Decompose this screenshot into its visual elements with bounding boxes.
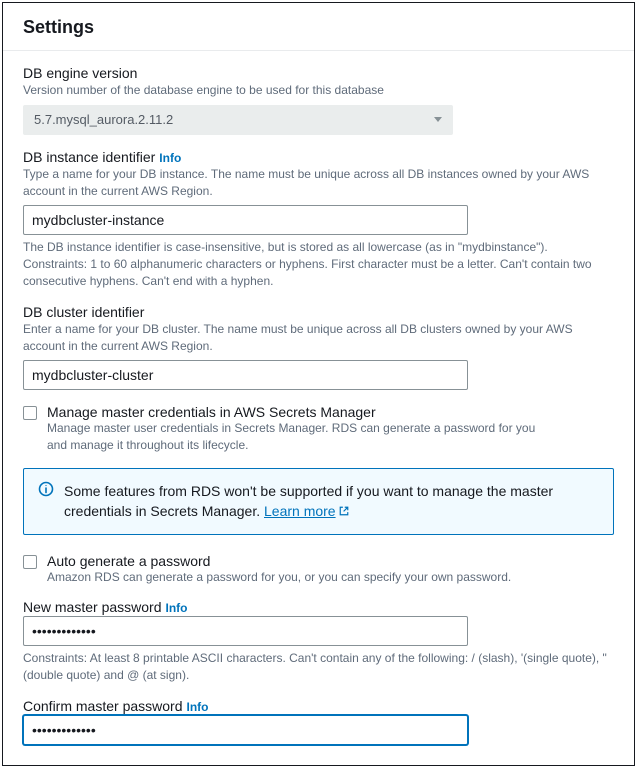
cluster-id-input[interactable] bbox=[23, 360, 468, 390]
cluster-id-hint: Enter a name for your DB cluster. The na… bbox=[23, 321, 614, 355]
engine-version-hint: Version number of the database engine to… bbox=[23, 82, 614, 99]
cluster-id-label: DB cluster identifier bbox=[23, 304, 614, 320]
autogen-password-label: Auto generate a password bbox=[47, 553, 614, 569]
confirm-password-label: Confirm master passwordInfo bbox=[23, 698, 614, 714]
cluster-id-field: DB cluster identifier Enter a name for y… bbox=[23, 304, 614, 391]
panel-header: Settings bbox=[3, 3, 634, 51]
instance-id-hint: Type a name for your DB instance. The na… bbox=[23, 166, 614, 200]
settings-panel: Settings DB engine version Version numbe… bbox=[2, 2, 635, 766]
instance-id-input[interactable] bbox=[23, 205, 468, 235]
chevron-down-icon bbox=[434, 117, 442, 122]
confirm-password-info-link[interactable]: Info bbox=[187, 700, 209, 714]
info-icon bbox=[38, 481, 54, 497]
learn-more-link[interactable]: Learn more bbox=[264, 503, 350, 519]
instance-id-info-link[interactable]: Info bbox=[159, 151, 181, 165]
info-alert-text: Some features from RDS won't be supporte… bbox=[64, 481, 599, 522]
secrets-manager-option: Manage master credentials in AWS Secrets… bbox=[23, 404, 614, 454]
engine-version-field: DB engine version Version number of the … bbox=[23, 65, 614, 135]
autogen-password-checkbox[interactable] bbox=[23, 555, 37, 569]
instance-id-constraints: The DB instance identifier is case-insen… bbox=[23, 239, 614, 289]
secrets-manager-hint: Manage master user credentials in Secret… bbox=[47, 420, 547, 454]
new-password-input[interactable] bbox=[23, 616, 468, 646]
confirm-password-input[interactable] bbox=[23, 715, 468, 745]
engine-version-select[interactable]: 5.7.mysql_aurora.2.11.2 bbox=[23, 105, 453, 135]
new-password-field: New master passwordInfo Constraints: At … bbox=[23, 599, 614, 684]
panel-title: Settings bbox=[23, 17, 614, 38]
external-link-icon bbox=[338, 505, 350, 517]
engine-version-value: 5.7.mysql_aurora.2.11.2 bbox=[34, 112, 173, 127]
instance-id-label: DB instance identifierInfo bbox=[23, 149, 614, 165]
panel-body: DB engine version Version number of the … bbox=[3, 51, 634, 765]
autogen-password-hint: Amazon RDS can generate a password for y… bbox=[47, 569, 547, 586]
new-password-constraints: Constraints: At least 8 printable ASCII … bbox=[23, 650, 614, 684]
instance-id-field: DB instance identifierInfo Type a name f… bbox=[23, 149, 614, 290]
confirm-password-field: Confirm master passwordInfo bbox=[23, 698, 614, 745]
autogen-password-option: Auto generate a password Amazon RDS can … bbox=[23, 553, 614, 586]
secrets-manager-label: Manage master credentials in AWS Secrets… bbox=[47, 404, 614, 420]
secrets-manager-checkbox[interactable] bbox=[23, 406, 37, 420]
engine-version-label: DB engine version bbox=[23, 65, 614, 81]
new-password-label: New master passwordInfo bbox=[23, 599, 614, 615]
new-password-info-link[interactable]: Info bbox=[166, 601, 188, 615]
info-alert: Some features from RDS won't be supporte… bbox=[23, 468, 614, 535]
